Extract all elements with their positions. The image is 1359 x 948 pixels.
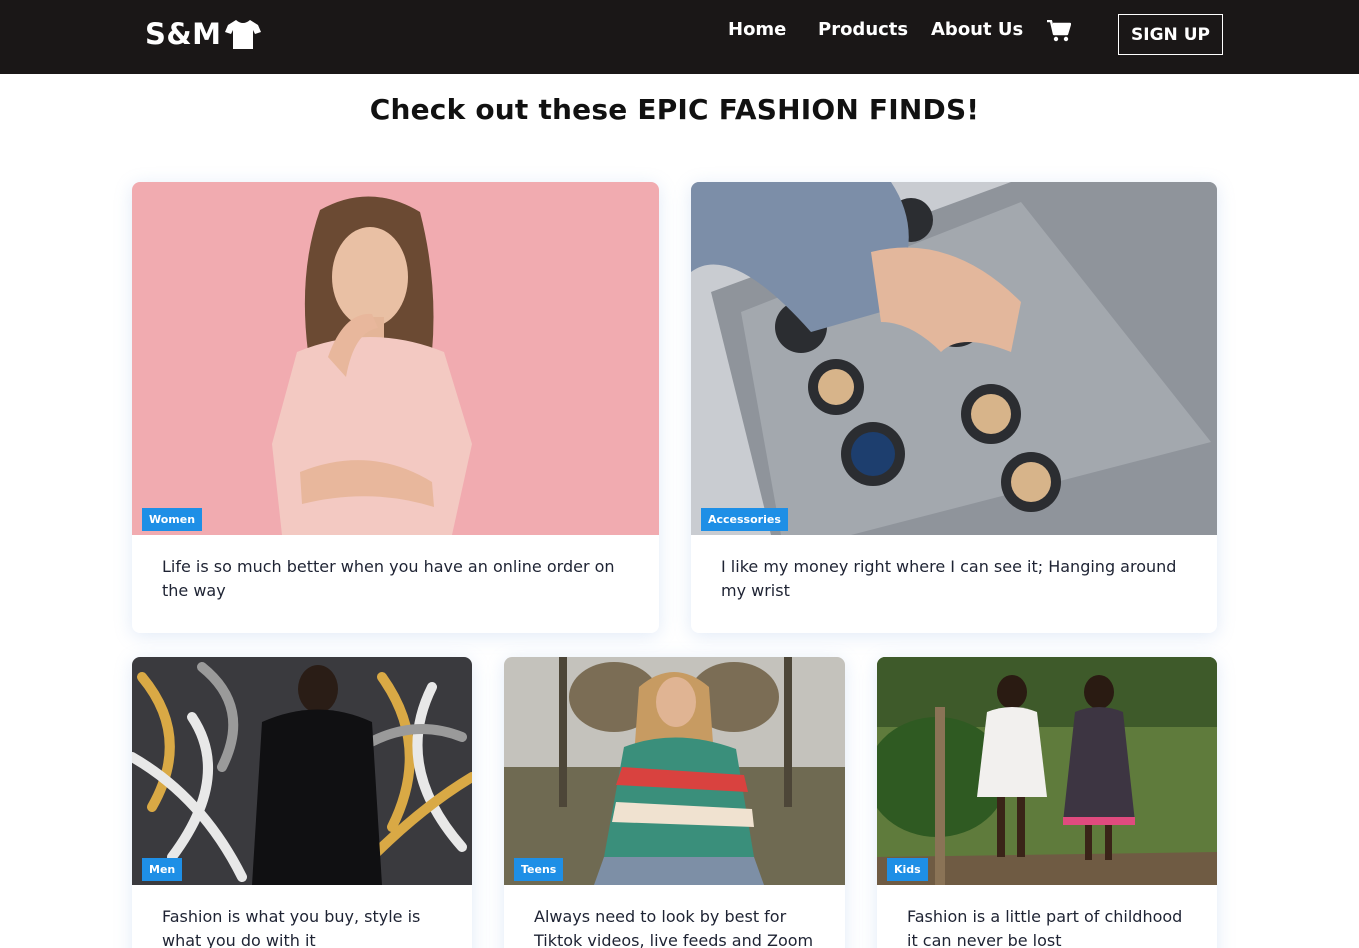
brand-name: S&M (145, 17, 222, 51)
product-card-teens[interactable]: Teens Always need to look by best for Ti… (504, 657, 845, 948)
product-card-women[interactable]: Women Life is so much better when you ha… (132, 182, 659, 633)
card-caption: Fashion is a little part of childhood it… (907, 907, 1183, 948)
card-caption: Life is so much better when you have an … (162, 557, 615, 600)
card-image-teens (504, 657, 845, 885)
category-tag-kids[interactable]: Kids (887, 858, 928, 881)
t-shirt-icon (224, 20, 261, 49)
nav-about-us[interactable]: About Us (931, 19, 1023, 40)
sign-up-button[interactable]: SIGN UP (1118, 14, 1223, 55)
product-card-kids[interactable]: Kids Fashion is a little part of childho… (877, 657, 1217, 948)
top-navbar: S&M Home Products About Us SIGN UP (0, 0, 1359, 74)
nav-home[interactable]: Home (728, 19, 786, 40)
card-image-kids (877, 657, 1217, 885)
category-tag-women[interactable]: Women (142, 508, 203, 531)
brand-logo[interactable]: S&M (145, 16, 261, 52)
product-card-accessories[interactable]: Accessories I like my money right where … (691, 182, 1217, 633)
page-title: Check out these EPIC FASHION FINDS! (369, 93, 980, 126)
card-caption: I like my money right where I can see it… (721, 557, 1177, 600)
product-card-men[interactable]: Men Fashion is what you buy, style is wh… (132, 657, 472, 948)
nav-products[interactable]: Products (818, 19, 908, 40)
card-image-accessories (691, 182, 1217, 535)
shopping-cart-icon[interactable] (1047, 20, 1071, 42)
category-tag-men[interactable]: Men (142, 858, 183, 881)
category-tag-accessories[interactable]: Accessories (701, 508, 788, 531)
category-tag-teens[interactable]: Teens (514, 858, 564, 881)
card-image-men (132, 657, 472, 885)
card-caption: Fashion is what you buy, style is what y… (162, 907, 421, 948)
card-caption: Always need to look by best for Tiktok v… (534, 907, 814, 948)
card-image-women (132, 182, 659, 535)
